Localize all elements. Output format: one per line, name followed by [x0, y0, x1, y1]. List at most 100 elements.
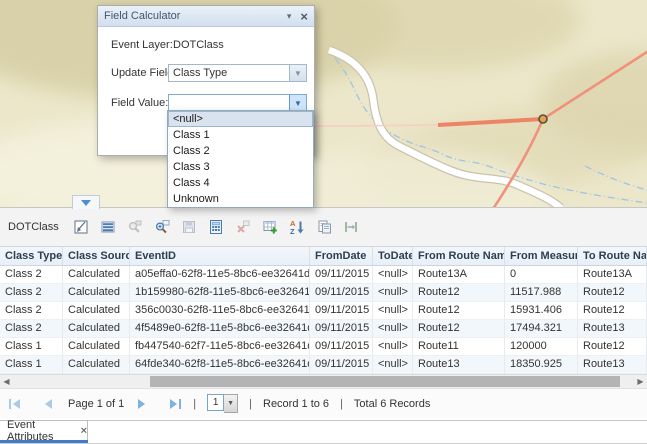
table-cell: Route13A [578, 266, 647, 284]
table-cell: Calculated [63, 356, 130, 374]
table-cell: 09/11/2015 [310, 284, 373, 302]
column-header[interactable]: Class Source [63, 247, 130, 265]
close-tab-icon[interactable]: × [81, 425, 87, 437]
table-row[interactable]: Class 2Calculateda05effa0-62f8-11e5-8bc6… [0, 266, 647, 284]
table-cell: 09/11/2015 [310, 338, 373, 356]
attribute-table-panel: DOTClass [0, 207, 647, 418]
table-cell: 4f5489e0-62f8-11e5-8bc6-ee32641d5ec9 [130, 320, 310, 338]
dialog-title: Field Calculator [104, 10, 287, 22]
separator: | [193, 398, 196, 410]
table-cell: Route12 [413, 302, 505, 320]
close-dialog-icon[interactable]: × [300, 10, 308, 23]
scrollbar-thumb[interactable] [150, 376, 620, 387]
dialog-titlebar[interactable]: Field Calculator ▾ × [98, 6, 314, 27]
field-value-input[interactable] [169, 95, 289, 111]
page-select[interactable]: 1 ▼ [207, 394, 238, 413]
column-header[interactable]: From Route Name [413, 247, 505, 265]
chevron-down-icon[interactable]: ▼ [224, 394, 238, 413]
table-cell: Route12 [578, 284, 647, 302]
separator: | [249, 398, 252, 410]
update-field-label: Update Field: [111, 67, 176, 79]
chevron-down-icon[interactable]: ▼ [289, 95, 306, 111]
dropdown-option[interactable]: <null> [168, 111, 313, 127]
table-cell: 09/11/2015 [310, 266, 373, 284]
table-cell: 09/11/2015 [310, 356, 373, 374]
scroll-right-icon[interactable]: ▶ [634, 375, 647, 388]
column-header[interactable]: EventID [130, 247, 310, 265]
table-row[interactable]: Class 2Calculated4f5489e0-62f8-11e5-8bc6… [0, 320, 647, 338]
table-cell: Calculated [63, 266, 130, 284]
panel-collapse-handle[interactable] [72, 195, 100, 209]
table-cell: 18350.925 [505, 356, 578, 374]
fit-columns-icon[interactable] [343, 219, 360, 236]
dropdown-option[interactable]: Unknown [168, 191, 313, 207]
selected-route-segment [438, 119, 543, 125]
table-cell: Class 2 [0, 266, 63, 284]
table-cell: Route12 [578, 302, 647, 320]
column-header[interactable]: ToDate [373, 247, 413, 265]
last-page-button[interactable] [168, 397, 182, 411]
delete-selected-icon [235, 219, 252, 236]
table-cell: Route12 [578, 338, 647, 356]
chevron-down-icon [81, 200, 91, 206]
table-cell: 0 [505, 266, 578, 284]
tabbar-edge [88, 420, 647, 421]
table-cell: Class 1 [0, 356, 63, 374]
next-page-button[interactable] [135, 397, 149, 411]
table-cell: Class 2 [0, 302, 63, 320]
record-range-text: Record 1 to 6 [263, 398, 329, 410]
horizontal-scrollbar[interactable]: ◀ ▶ [0, 374, 647, 388]
sort-records-icon[interactable]: AZ [289, 219, 306, 236]
grid-header: Class TypeClass SourceEventIDFromDateToD… [0, 246, 647, 266]
column-header[interactable]: FromDate [310, 247, 373, 265]
table-cell: <null> [373, 356, 413, 374]
save-icon [181, 219, 198, 236]
table-cell: 17494.321 [505, 320, 578, 338]
copy-records-icon[interactable] [316, 219, 333, 236]
table-cell: 09/11/2015 [310, 320, 373, 338]
layer-name-label: DOTClass [8, 221, 59, 233]
separator: | [340, 398, 343, 410]
table-row[interactable]: Class 1Calculated64fde340-62f8-11e5-8bc6… [0, 356, 647, 374]
junction-marker[interactable] [539, 115, 547, 123]
zoom-to-record-icon[interactable] [154, 219, 171, 236]
table-row[interactable]: Class 2Calculated356c0030-62f8-11e5-8bc6… [0, 302, 647, 320]
field-calculator-icon[interactable] [208, 219, 225, 236]
dropdown-option[interactable]: Class 4 [168, 175, 313, 191]
page-status-text: Page 1 of 1 [68, 398, 124, 410]
table-row[interactable]: Class 2Calculated1b159980-62f8-11e5-8bc6… [0, 284, 647, 302]
pagination-bar: Page 1 of 1 | 1 ▼ | Record 1 to 6 | Tota… [0, 388, 647, 418]
tab-label: Event Attributes [7, 419, 71, 443]
collapse-dialog-icon[interactable]: ▾ [287, 11, 292, 22]
append-records-icon[interactable] [262, 219, 279, 236]
table-cell: <null> [373, 302, 413, 320]
event-layer-value: DOTClass [173, 39, 224, 51]
column-header[interactable]: Class Type [0, 247, 63, 265]
show-selected-records-icon[interactable] [100, 219, 117, 236]
stream-line [585, 166, 647, 190]
update-field-combobox[interactable]: Class Type ▼ [168, 64, 307, 82]
selection-options-icon[interactable] [73, 219, 90, 236]
chevron-down-icon[interactable]: ▼ [289, 65, 306, 81]
table-row[interactable]: Class 1Calculatedfb447540-62f7-11e5-8bc6… [0, 338, 647, 356]
scroll-left-icon[interactable]: ◀ [0, 375, 13, 388]
dropdown-option[interactable]: Class 2 [168, 143, 313, 159]
table-cell: Route13A [413, 266, 505, 284]
column-header[interactable]: To Route Name [578, 247, 647, 265]
dropdown-option[interactable]: Class 1 [168, 127, 313, 143]
table-cell: Route12 [413, 284, 505, 302]
route-line [543, 50, 647, 119]
dropdown-option[interactable]: Class 3 [168, 159, 313, 175]
column-header[interactable]: From Measure [505, 247, 578, 265]
table-cell: Calculated [63, 338, 130, 356]
table-cell: 356c0030-62f8-11e5-8bc6-ee32641d5ec9 [130, 302, 310, 320]
tab-event-attributes[interactable]: Event Attributes × [0, 420, 88, 441]
table-cell: 120000 [505, 338, 578, 356]
table-cell: 1b159980-62f8-11e5-8bc6-ee32641d5ec9 [130, 284, 310, 302]
table-cell: <null> [373, 320, 413, 338]
app-window: Field Calculator ▾ × Event Layer: DOTCla… [0, 0, 647, 444]
first-page-button[interactable] [8, 397, 22, 411]
table-cell: <null> [373, 266, 413, 284]
table-cell: 64fde340-62f8-11e5-8bc6-ee32641d5ec9 [130, 356, 310, 374]
previous-page-button[interactable] [41, 397, 55, 411]
